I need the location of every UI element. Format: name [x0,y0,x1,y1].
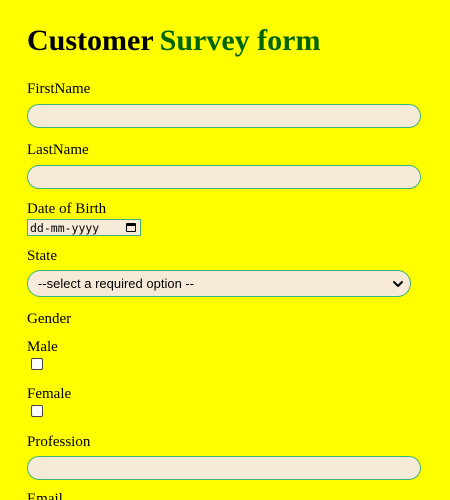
female-label: Female [27,386,72,402]
gender-label: Gender [27,311,72,327]
first-name-input[interactable] [27,104,421,128]
title-customer: Customer [27,24,154,57]
email-label: Email [27,491,63,500]
male-checkbox[interactable] [31,358,43,370]
state-label: State [27,248,57,264]
calendar-icon[interactable] [126,223,136,232]
chevron-down-icon [393,280,403,287]
state-selected-value: --select a required option -- [38,276,195,291]
page-title: Customer Survey form [27,24,320,58]
profession-label: Profession [27,434,91,450]
female-checkbox[interactable] [31,405,43,417]
profession-input[interactable] [27,456,421,480]
state-select[interactable]: --select a required option -- [27,270,411,297]
first-name-label: FirstName [27,81,91,97]
last-name-label: LastName [27,142,89,158]
dob-label: Date of Birth [27,201,107,217]
dob-placeholder: dd-mm-yyyy [30,220,100,235]
last-name-input[interactable] [27,165,421,189]
title-survey-form: Survey form [159,24,321,57]
male-label: Male [27,339,58,355]
dob-date-input[interactable]: dd-mm-yyyy [27,219,141,236]
